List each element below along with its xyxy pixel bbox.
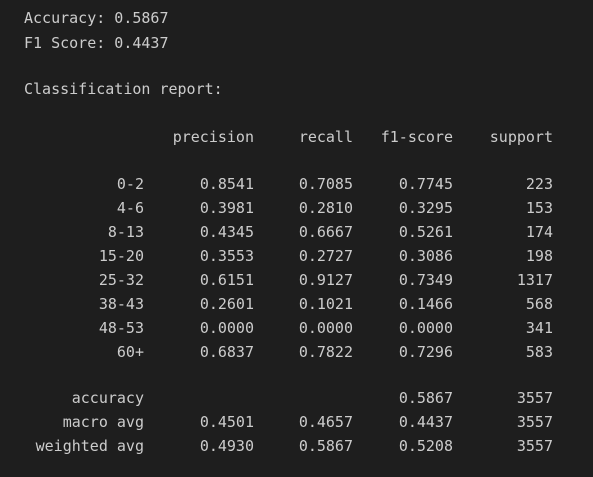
f1-score-line: F1 Score: 0.4437 bbox=[24, 34, 169, 52]
table-row-precision: 0.2601 bbox=[199, 295, 254, 313]
column-header-precision: precision bbox=[172, 128, 254, 146]
table-row-recall: 0.7085 bbox=[298, 175, 353, 193]
report-title: Classification report: bbox=[24, 80, 223, 98]
summary-row-precision: 0.4930 bbox=[199, 437, 254, 455]
table-row-support: 568 bbox=[525, 295, 553, 313]
summary-row-recall: 0.4657 bbox=[298, 413, 353, 431]
table-row-precision: 0.6151 bbox=[199, 271, 254, 289]
summary-row-f1-score: 0.4437 bbox=[398, 413, 453, 431]
table-row-label: 60+ bbox=[116, 343, 144, 361]
summary-row-label: macro avg bbox=[62, 413, 144, 431]
table-row-precision: 0.6837 bbox=[199, 343, 254, 361]
table-row-recall: 0.2810 bbox=[298, 199, 353, 217]
table-row-f1-score: 0.0000 bbox=[398, 319, 453, 337]
table-row-support: 1317 bbox=[516, 271, 553, 289]
table-row-f1-score: 0.5261 bbox=[398, 223, 453, 241]
summary-row-support: 3557 bbox=[516, 389, 553, 407]
table-row-f1-score: 0.7349 bbox=[398, 271, 453, 289]
summary-row-label: accuracy bbox=[71, 389, 144, 407]
summary-row-precision: 0.4501 bbox=[199, 413, 254, 431]
table-row-support: 174 bbox=[525, 223, 553, 241]
column-header-f1: f1-score bbox=[380, 128, 453, 146]
table-row-precision: 0.8541 bbox=[199, 175, 254, 193]
table-row-f1-score: 0.7296 bbox=[398, 343, 453, 361]
table-row-recall: 0.0000 bbox=[298, 319, 353, 337]
table-row-support: 583 bbox=[525, 343, 553, 361]
table-row-label: 8-13 bbox=[107, 223, 144, 241]
table-row-recall: 0.2727 bbox=[298, 247, 353, 265]
table-row-precision: 0.3553 bbox=[199, 247, 254, 265]
summary-row-recall: 0.5867 bbox=[298, 437, 353, 455]
table-row-label: 0-2 bbox=[116, 175, 144, 193]
column-header-recall: recall bbox=[298, 128, 353, 146]
table-row-support: 341 bbox=[525, 319, 553, 337]
table-row-f1-score: 0.1466 bbox=[398, 295, 453, 313]
table-row-label: 4-6 bbox=[116, 199, 144, 217]
table-row-support: 223 bbox=[525, 175, 553, 193]
table-row-precision: 0.3981 bbox=[199, 199, 254, 217]
table-row-label: 48-53 bbox=[98, 319, 144, 337]
table-row-f1-score: 0.3295 bbox=[398, 199, 453, 217]
table-row-recall: 0.9127 bbox=[298, 271, 353, 289]
summary-row-f1-score: 0.5208 bbox=[398, 437, 453, 455]
accuracy-line: Accuracy: 0.5867 bbox=[24, 9, 169, 27]
table-row-recall: 0.6667 bbox=[298, 223, 353, 241]
table-row-precision: 0.4345 bbox=[199, 223, 254, 241]
table-row-recall: 0.7822 bbox=[298, 343, 353, 361]
table-row-label: 25-32 bbox=[98, 271, 144, 289]
table-row-f1-score: 0.3086 bbox=[398, 247, 453, 265]
table-row-precision: 0.0000 bbox=[199, 319, 254, 337]
table-row-recall: 0.1021 bbox=[298, 295, 353, 313]
table-row-support: 153 bbox=[525, 199, 553, 217]
notebook-output: Accuracy: 0.5867 F1 Score: 0.4437 Classi… bbox=[0, 0, 593, 477]
summary-row-label: weighted avg bbox=[35, 437, 144, 455]
summary-row-support: 3557 bbox=[516, 413, 553, 431]
column-header-support: support bbox=[489, 128, 553, 146]
table-row-label: 15-20 bbox=[98, 247, 144, 265]
summary-row-f1-score: 0.5867 bbox=[398, 389, 453, 407]
summary-row-support: 3557 bbox=[516, 437, 553, 455]
table-row-f1-score: 0.7745 bbox=[398, 175, 453, 193]
table-row-support: 198 bbox=[525, 247, 553, 265]
table-row-label: 38-43 bbox=[98, 295, 144, 313]
